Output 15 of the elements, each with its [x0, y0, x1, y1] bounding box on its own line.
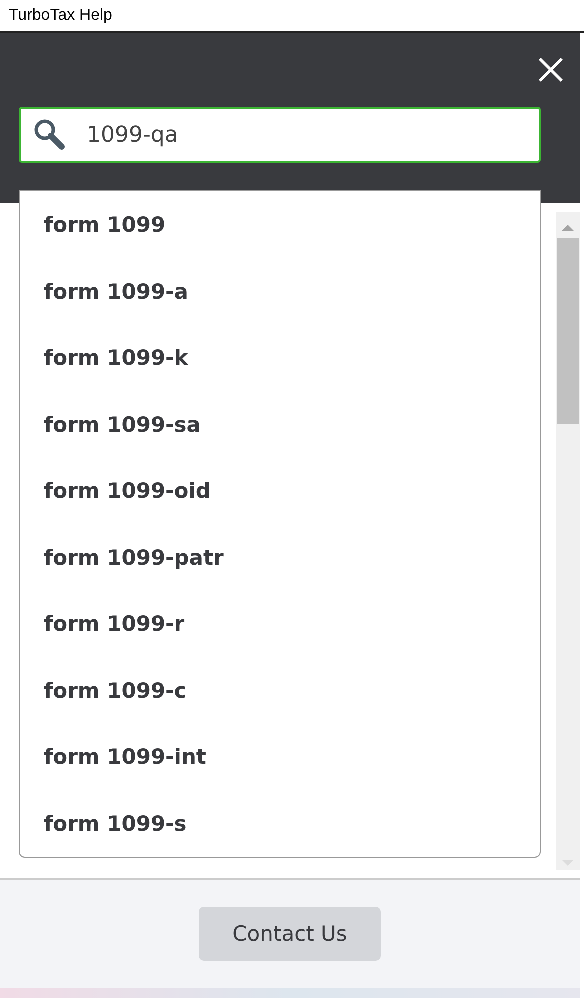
- suggestion-item[interactable]: form 1099-int: [20, 724, 540, 790]
- suggestion-item[interactable]: form 1099-a: [20, 258, 540, 325]
- suggestion-item[interactable]: form 1099: [20, 192, 540, 258]
- contact-us-button[interactable]: Contact Us: [199, 907, 381, 961]
- suggestion-item[interactable]: form 1099-c: [20, 658, 540, 724]
- suggestion-item[interactable]: form 1099-k: [20, 325, 540, 392]
- search-icon: [33, 118, 67, 152]
- search-field[interactable]: 1099-qa: [19, 107, 541, 163]
- suggestion-item[interactable]: form 1099-patr: [20, 524, 540, 591]
- suggestion-item[interactable]: form 1099-sa: [20, 392, 540, 458]
- window-title: TurboTax Help: [9, 6, 112, 24]
- suggestion-item[interactable]: form 1099-s: [20, 790, 540, 857]
- close-icon[interactable]: [538, 57, 564, 83]
- suggestion-item[interactable]: form 1099-r: [20, 591, 540, 658]
- suggestion-item[interactable]: form 1099-oid: [20, 458, 540, 524]
